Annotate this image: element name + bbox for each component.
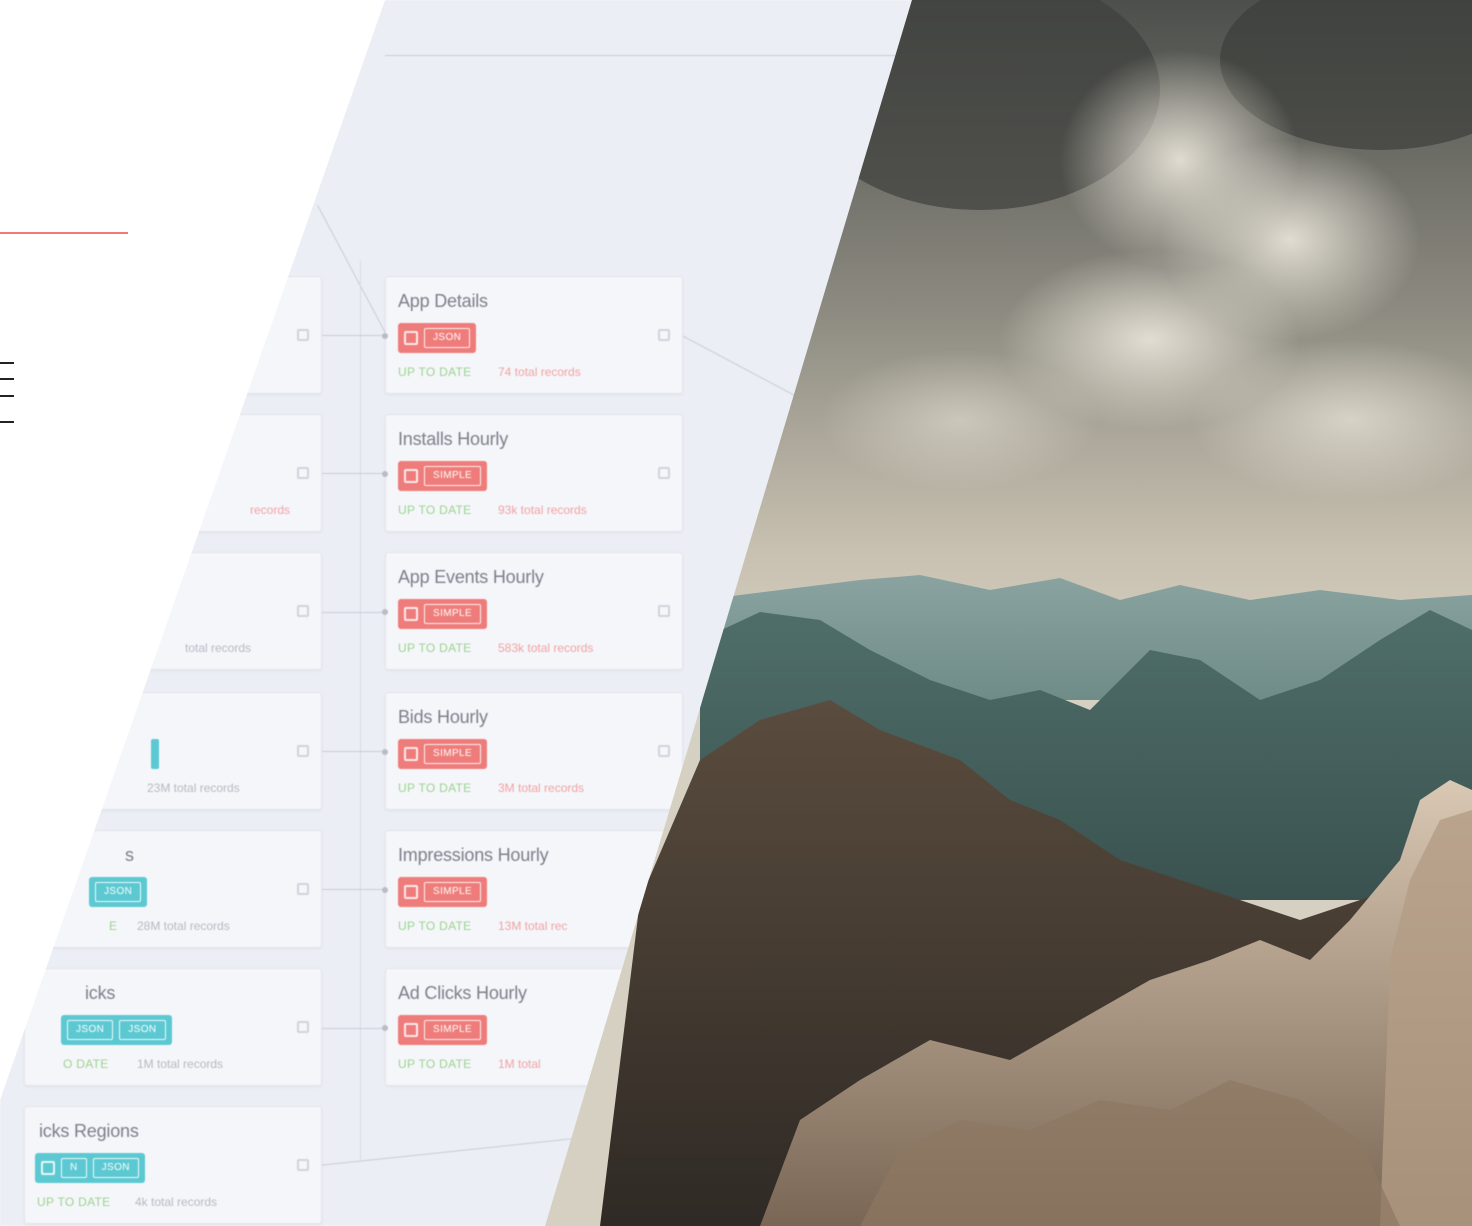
drag-handle-icon[interactable] — [297, 745, 309, 757]
node-status: UP TO DATE — [398, 365, 472, 379]
connector-line — [316, 335, 386, 336]
text-fragment-mark — [0, 378, 14, 380]
drag-handle-icon[interactable] — [658, 605, 670, 617]
node-type-chip: SIMPLE — [424, 1020, 482, 1040]
text-fragment-mark — [0, 421, 14, 423]
table-icon — [41, 1161, 55, 1175]
node-title: Ad Clicks Hourly — [398, 983, 527, 1003]
text-fragment-mark — [0, 362, 14, 364]
node-title: Bids Hourly — [398, 707, 488, 727]
node-records: 28M total records — [137, 919, 230, 933]
node-type-tag: SIMPLE — [398, 877, 488, 907]
drag-handle-icon[interactable] — [297, 1021, 309, 1033]
node-status: UP TO DATE — [398, 1057, 472, 1071]
drag-handle-icon[interactable] — [658, 329, 670, 341]
node-title: App Details — [398, 291, 488, 311]
node-type-chip: JSON — [92, 1158, 139, 1178]
node-records: 4k total records — [135, 1195, 218, 1209]
text-fragment-mark — [0, 395, 14, 397]
node-status: E — [109, 919, 118, 933]
drag-handle-icon[interactable] — [658, 745, 670, 757]
pipeline-node[interactable]: icks JSON JSON O DATE 1M total records — [24, 968, 322, 1086]
node-type-chip: SIMPLE — [424, 604, 482, 624]
node-type-chip: SIMPLE — [424, 466, 482, 486]
table-icon — [404, 469, 418, 483]
input-port[interactable] — [382, 1025, 388, 1031]
connector-line — [316, 889, 386, 890]
node-type-tag: N JSON — [35, 1153, 145, 1183]
node-type-tag: SIMPLE — [398, 739, 488, 769]
connector-line — [318, 1136, 587, 1166]
connector-line — [316, 473, 386, 474]
node-records: 23M total records — [147, 781, 240, 795]
connector-line — [316, 612, 386, 613]
node-title: Impressions Hourly — [398, 845, 549, 865]
node-type-tag: SIMPLE — [398, 461, 488, 491]
connector-line — [385, 55, 912, 56]
node-records: 583k total records — [498, 641, 594, 655]
input-port[interactable] — [382, 471, 388, 477]
node-records: 3M total records — [498, 781, 585, 795]
node-status: UP TO DATE — [398, 781, 472, 795]
node-status: UP TO DATE — [37, 1195, 111, 1209]
node-records: 74 total records — [498, 365, 581, 379]
node-type-tag: JSON JSON — [61, 1015, 172, 1045]
node-title: icks Regions — [39, 1121, 139, 1141]
node-status: UP TO DATE — [398, 503, 472, 517]
node-type-chip: JSON — [95, 882, 142, 902]
connector-line — [316, 751, 386, 752]
node-type-chip: SIMPLE — [424, 882, 482, 902]
input-port[interactable] — [382, 333, 388, 339]
drag-handle-icon[interactable] — [658, 467, 670, 479]
connector-line — [681, 335, 806, 402]
table-icon — [404, 331, 418, 345]
node-status: UP TO DATE — [398, 919, 472, 933]
pipeline-node-bids-hourly[interactable]: Bids Hourly SIMPLE UP TO DATE 3M total r… — [382, 692, 683, 810]
input-port[interactable] — [382, 749, 388, 755]
node-records: 1M total — [498, 1057, 541, 1071]
node-title: App Events Hourly — [398, 567, 544, 587]
connector-line — [316, 1028, 386, 1029]
table-icon — [404, 885, 418, 899]
guide-line — [360, 260, 361, 1160]
table-icon — [404, 747, 418, 761]
node-type-tag: SIMPLE — [398, 1015, 488, 1045]
canvas: records total records 23M total records … — [0, 0, 1472, 1226]
drag-handle-icon[interactable] — [297, 1159, 309, 1171]
node-type-tag: JSON — [89, 877, 148, 907]
node-type-chip: JSON — [119, 1020, 166, 1040]
drag-handle-icon[interactable] — [297, 329, 309, 341]
drag-handle-icon[interactable] — [297, 605, 309, 617]
node-records: total records — [185, 641, 252, 655]
pipeline-node-app-events-hourly[interactable]: App Events Hourly SIMPLE UP TO DATE 583k… — [382, 552, 683, 670]
node-title: icks — [85, 983, 116, 1003]
table-icon — [404, 1023, 418, 1037]
node-records: 13M total rec — [498, 919, 568, 933]
connector-line — [317, 205, 389, 338]
pipeline-node-installs-hourly[interactable]: Installs Hourly SIMPLE UP TO DATE 93k to… — [382, 414, 683, 532]
node-title: s — [125, 845, 134, 865]
drag-handle-icon[interactable] — [297, 467, 309, 479]
node-type-chip: JSON — [424, 328, 471, 348]
node-title: Installs Hourly — [398, 429, 509, 449]
node-type-tag: JSON — [398, 323, 477, 353]
tag-fragment — [151, 739, 159, 769]
pipeline-node[interactable]: icks Regions N JSON UP TO DATE 4k total … — [24, 1106, 322, 1224]
node-records: 93k total records — [498, 503, 587, 517]
drag-handle-icon[interactable] — [297, 883, 309, 895]
node-type-tag: SIMPLE — [398, 599, 488, 629]
node-status: O DATE — [63, 1057, 109, 1071]
node-records: records — [250, 503, 291, 517]
node-records: 1M total records — [137, 1057, 224, 1071]
pipeline-node-app-details[interactable]: App Details JSON UP TO DATE 74 total rec… — [382, 276, 683, 394]
node-type-chip: JSON — [67, 1020, 114, 1040]
table-icon — [404, 607, 418, 621]
node-type-chip: N — [61, 1158, 87, 1178]
input-port[interactable] — [382, 887, 388, 893]
node-type-chip: SIMPLE — [424, 744, 482, 764]
input-port[interactable] — [382, 609, 388, 615]
accent-rule — [0, 232, 128, 234]
node-status: UP TO DATE — [398, 641, 472, 655]
